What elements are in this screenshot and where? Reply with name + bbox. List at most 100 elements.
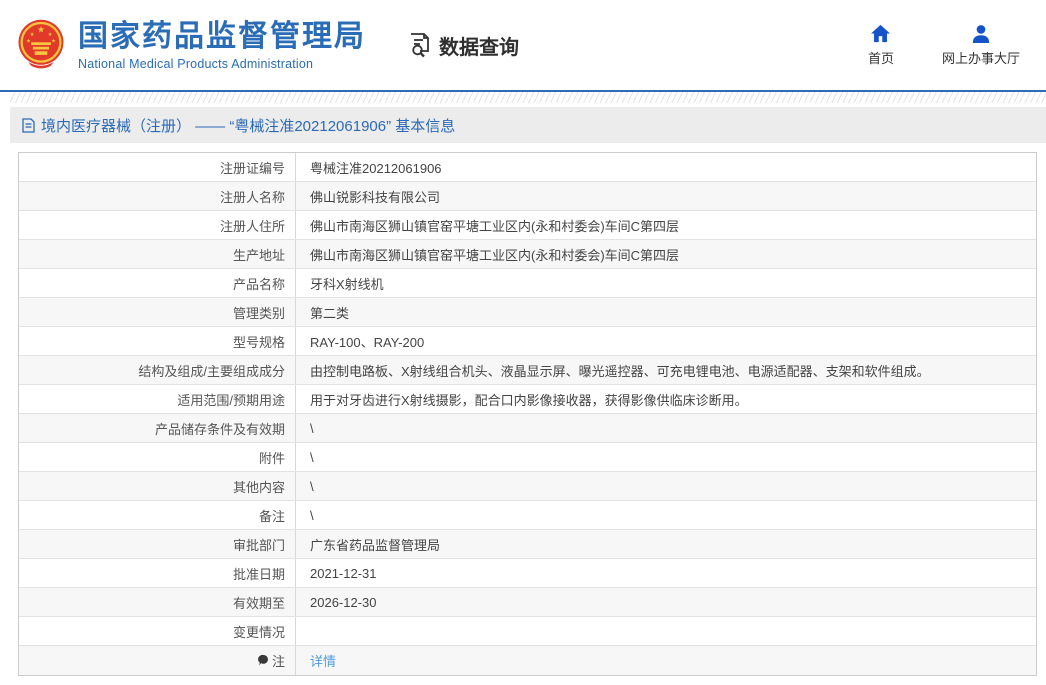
row-value: 第二类 (296, 298, 1036, 326)
table-row: 适用范围/预期用途 用于对牙齿进行X射线摄影，配合口内影像接收器，获得影像供临床… (19, 385, 1036, 414)
table-row: 产品名称 牙科X射线机 (19, 269, 1036, 298)
row-value-text: \ (310, 449, 314, 465)
row-label-text: 管理类别 (232, 305, 285, 321)
row-label: 注册人住所 (19, 211, 296, 239)
row-value: \ (296, 443, 1036, 471)
row-label-text: 产品名称 (232, 276, 285, 292)
row-value: 由控制电路板、X射线组合机头、液晶显示屏、曝光遥控器、可充电锂电池、电源适配器、… (296, 356, 1036, 384)
nav-home[interactable]: 首页 (868, 24, 894, 67)
table-row: 附件 \ (19, 443, 1036, 472)
row-value-text: 广东省药品监督管理局 (310, 537, 441, 553)
table-row: 产品储存条件及有效期 \ (19, 414, 1036, 443)
row-label-text: 附件 (258, 450, 285, 466)
row-value: 粤械注准20212061906 (296, 153, 1036, 181)
row-value: 佛山锐影科技有限公司 (296, 182, 1036, 210)
row-value: RAY-100、RAY-200 (296, 327, 1036, 355)
table-row: 注册人住所 佛山市南海区狮山镇官窑平塘工业区内(永和村委会)车间C第四层 (19, 211, 1036, 240)
row-label-text: 注册证编号 (219, 160, 285, 176)
row-label-text: 结构及组成/主要组成成分 (138, 363, 285, 379)
row-label: 结构及组成/主要组成成分 (19, 356, 296, 384)
org-name-cn: 国家药品监督管理局 (78, 19, 366, 53)
row-value-text: \ (310, 478, 314, 494)
table-row: 审批部门 广东省药品监督管理局 (19, 530, 1036, 559)
row-label: 其他内容 (19, 472, 296, 500)
row-label-text: 批准日期 (232, 566, 285, 582)
nmpa-logo-link[interactable]: ★ ★ ★ ★ ★ 国家药品监督管理局 National Medical Pro… (14, 17, 366, 73)
breadcrumb: 境内医疗器械（注册） —— “粤械注准20212061906” 基本信息 (10, 107, 1046, 143)
row-value-text: RAY-100、RAY-200 (310, 334, 425, 350)
user-icon (971, 24, 991, 43)
row-label: 备注 (19, 501, 296, 529)
row-label-text: 产品储存条件及有效期 (154, 421, 285, 437)
row-label-text: 型号规格 (232, 334, 285, 350)
row-value: 2026-12-30 (296, 588, 1036, 616)
row-label-text: 其他内容 (232, 479, 285, 495)
row-value: 牙科X射线机 (296, 269, 1036, 297)
row-label-text: 生产地址 (232, 247, 285, 263)
detail-link[interactable]: 详情 (310, 651, 336, 670)
row-label: 适用范围/预期用途 (19, 385, 296, 413)
row-label: 附件 (19, 443, 296, 471)
row-value: \ (296, 414, 1036, 442)
org-name-en: National Medical Products Administration (78, 56, 314, 71)
row-label-text: 注 (271, 654, 285, 669)
main-content: 境内医疗器械（注册） —— “粤械注准20212061906” 基本信息 注册证… (10, 92, 1046, 676)
svg-text:★: ★ (37, 24, 45, 34)
table-row: 注册人名称 佛山锐影科技有限公司 (19, 182, 1036, 211)
row-value: 2021-12-31 (296, 559, 1036, 587)
row-label: 产品储存条件及有效期 (19, 414, 296, 442)
row-value: 详情 (296, 646, 1036, 675)
row-label-text: 审批部门 (232, 537, 285, 553)
row-label-text: 适用范围/预期用途 (177, 392, 285, 408)
row-value: 佛山市南海区狮山镇官窑平塘工业区内(永和村委会)车间C第四层 (296, 211, 1036, 239)
row-value-text: 用于对牙齿进行X射线摄影，配合口内影像接收器，获得影像供临床诊断用。 (310, 392, 748, 408)
table-row: 备注 \ (19, 501, 1036, 530)
table-row: 注册证编号 粤械注准20212061906 (19, 153, 1036, 182)
table-row: 批准日期 2021-12-31 (19, 559, 1036, 588)
nav-service-hall-label: 网上办事大厅 (941, 50, 1020, 66)
row-value-text: 2021-12-31 (310, 565, 377, 581)
row-label: 型号规格 (19, 327, 296, 355)
row-value: \ (296, 501, 1036, 529)
row-label-text: 注册人名称 (219, 189, 285, 205)
row-value: \ (296, 472, 1036, 500)
svg-text:★: ★ (30, 32, 35, 38)
row-label-text: 备注 (258, 508, 285, 524)
table-row: 生产地址 佛山市南海区狮山镇官窑平塘工业区内(永和村委会)车间C第四层 (19, 240, 1036, 269)
nav-service-hall[interactable]: 网上办事大厅 (942, 24, 1020, 67)
document-icon (22, 117, 35, 133)
svg-text:★: ★ (51, 38, 56, 44)
nav-home-label: 首页 (867, 50, 894, 66)
info-table: 注册证编号 粤械注准20212061906 注册人名称 佛山锐影科技有限公司 注… (18, 152, 1037, 676)
row-label-text: 变更情况 (232, 624, 285, 640)
row-label: 注 (19, 646, 296, 675)
data-query-nav[interactable]: 数据查询 (408, 31, 519, 60)
row-value-text: 第二类 (310, 305, 350, 321)
home-icon (870, 24, 891, 43)
row-value-text: 2026-12-30 (310, 594, 377, 610)
row-value-text: 佛山锐影科技有限公司 (310, 189, 441, 205)
note-bulb-icon (258, 654, 269, 667)
row-value-text: 牙科X射线机 (310, 276, 384, 292)
row-value-text: 佛山市南海区狮山镇官窑平塘工业区内(永和村委会)车间C第四层 (310, 247, 680, 263)
table-row: 注 详情 (19, 646, 1036, 675)
row-value-text: 由控制电路板、X射线组合机头、液晶显示屏、曝光遥控器、可充电锂电池、电源适配器、… (310, 363, 930, 379)
decor-hatch-strip (10, 92, 1046, 103)
row-label: 注册人名称 (19, 182, 296, 210)
row-value: 广东省药品监督管理局 (296, 530, 1036, 558)
national-emblem-icon: ★ ★ ★ ★ ★ (14, 17, 68, 73)
table-row: 有效期至 2026-12-30 (19, 588, 1036, 617)
data-query-label: 数据查询 (439, 36, 519, 59)
row-value: 佛山市南海区狮山镇官窑平塘工业区内(永和村委会)车间C第四层 (296, 240, 1036, 268)
row-value-text: \ (310, 507, 314, 523)
row-label: 管理类别 (19, 298, 296, 326)
row-value-text: 粤械注准20212061906 (310, 160, 442, 176)
row-label-text: 注册人住所 (219, 218, 285, 234)
table-row: 其他内容 \ (19, 472, 1036, 501)
svg-text:★: ★ (26, 38, 31, 44)
row-value: 用于对牙齿进行X射线摄影，配合口内影像接收器，获得影像供临床诊断用。 (296, 385, 1036, 413)
row-value-text: 佛山市南海区狮山镇官窑平塘工业区内(永和村委会)车间C第四层 (310, 218, 680, 234)
row-value-text: \ (310, 420, 314, 436)
row-label: 有效期至 (19, 588, 296, 616)
row-label: 批准日期 (19, 559, 296, 587)
